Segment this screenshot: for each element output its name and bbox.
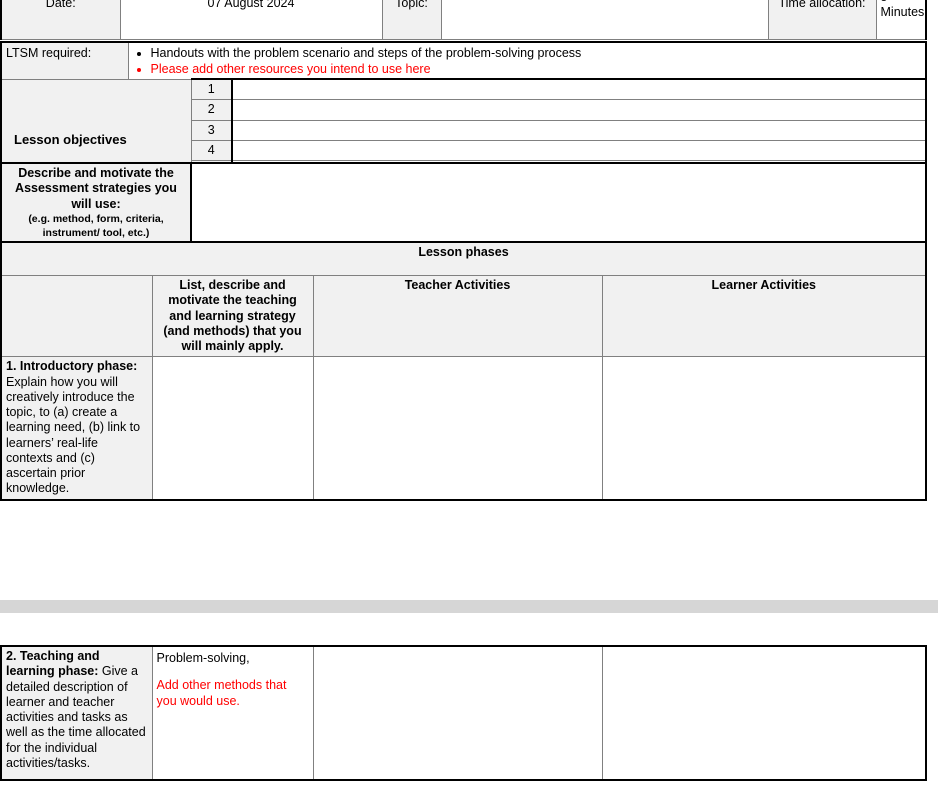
assessment-label-sub-1: (e.g. method, form, criteria, bbox=[6, 213, 186, 226]
table-row: Lesson phases bbox=[1, 242, 926, 276]
phase-1-learner-activities[interactable] bbox=[602, 357, 926, 500]
list-item: Handouts with the problem scenario and s… bbox=[151, 45, 922, 61]
table-row: Describe and motivate the Assessment str… bbox=[1, 163, 926, 247]
table-row: List, describe and motivate the teaching… bbox=[1, 276, 926, 357]
assessment-strategies-label: Describe and motivate the Assessment str… bbox=[1, 163, 191, 247]
ltsm-bullet-list: Handouts with the problem scenario and s… bbox=[133, 45, 922, 77]
phase-2-description: 2. Teaching and learning phase: Give a d… bbox=[1, 646, 152, 780]
phase-2-strategy-line-1: Problem-solving, bbox=[157, 651, 309, 666]
date-label: Date: bbox=[1, 0, 120, 40]
table-row: LTSM required: Handouts with the problem… bbox=[1, 42, 926, 81]
ltsm-table: LTSM required: Handouts with the problem… bbox=[0, 41, 927, 82]
lesson-phases-table: Lesson phases List, describe and motivat… bbox=[0, 241, 927, 501]
assessment-strategies-value[interactable] bbox=[191, 163, 926, 247]
objective-value[interactable] bbox=[232, 100, 926, 120]
table-row: Date: 07 August 2024 Topic: Time allocat… bbox=[1, 0, 926, 40]
ltsm-items[interactable]: Handouts with the problem scenario and s… bbox=[128, 42, 926, 81]
phase-1-title: 1. Introductory phase: bbox=[6, 359, 137, 373]
phase-2-strategy-line-2: Add other methods that you would use. bbox=[157, 678, 309, 709]
phase-1-strategy[interactable] bbox=[152, 357, 313, 500]
lesson-phases-section-title: Lesson phases bbox=[1, 242, 926, 276]
phase-2-title: 2. Teaching and learning phase: bbox=[6, 649, 100, 678]
objective-number: 3 bbox=[191, 120, 232, 140]
page-break-separator bbox=[0, 600, 938, 613]
phase-2-learner-activities[interactable] bbox=[602, 646, 926, 780]
phase-column-header-teacher-activities: Teacher Activities bbox=[313, 276, 602, 357]
phase-1-description: 1. Introductory phase: Explain how you w… bbox=[1, 357, 152, 500]
topic-value[interactable] bbox=[441, 0, 768, 40]
date-value[interactable]: 07 August 2024 bbox=[120, 0, 382, 40]
time-value-unit: Minutes bbox=[881, 5, 922, 20]
table-row: Lesson objectives 1 bbox=[1, 79, 926, 100]
phase-column-header-learner-activities: Learner Activities bbox=[602, 276, 926, 357]
table-row: 2. Teaching and learning phase: Give a d… bbox=[1, 646, 926, 780]
phase-2-detail: Give a detailed description of learner a… bbox=[6, 664, 146, 770]
header-info-table: Date: 07 August 2024 Topic: Time allocat… bbox=[0, 0, 927, 40]
objective-number: 2 bbox=[191, 100, 232, 120]
topic-label: Topic: bbox=[382, 0, 441, 40]
assessment-strategies-table: Describe and motivate the Assessment str… bbox=[0, 162, 927, 248]
objective-value[interactable] bbox=[232, 79, 926, 100]
table-row: 1. Introductory phase: Explain how you w… bbox=[1, 357, 926, 500]
phase-2-strategy[interactable]: Problem-solving, Add other methods that … bbox=[152, 646, 313, 780]
assessment-label-line-1: Describe and motivate the bbox=[18, 166, 174, 180]
phase-column-header-blank bbox=[1, 276, 152, 357]
list-item: Please add other resources you intend to… bbox=[151, 61, 922, 77]
time-allocation-label: Time allocation: bbox=[768, 0, 876, 40]
assessment-label-line-3: will use: bbox=[71, 197, 120, 211]
phase-1-detail: Explain how you will creatively introduc… bbox=[6, 375, 140, 496]
objective-value[interactable] bbox=[232, 120, 926, 140]
objective-value[interactable] bbox=[232, 140, 926, 160]
assessment-label-sub-2: instrument/ tool, etc.) bbox=[6, 227, 186, 240]
phase-1-teacher-activities[interactable] bbox=[313, 357, 602, 500]
time-allocation-value[interactable]: 5 Minutes bbox=[876, 0, 926, 40]
phase-2-teacher-activities[interactable] bbox=[313, 646, 602, 780]
objective-number: 4 bbox=[191, 140, 232, 160]
phase-column-header-strategy: List, describe and motivate the teaching… bbox=[152, 276, 313, 357]
assessment-label-line-2: Assessment strategies you bbox=[15, 181, 177, 195]
objective-number: 1 bbox=[191, 79, 232, 100]
lesson-phases-table-continued: 2. Teaching and learning phase: Give a d… bbox=[0, 645, 927, 781]
ltsm-label: LTSM required: bbox=[1, 42, 128, 81]
